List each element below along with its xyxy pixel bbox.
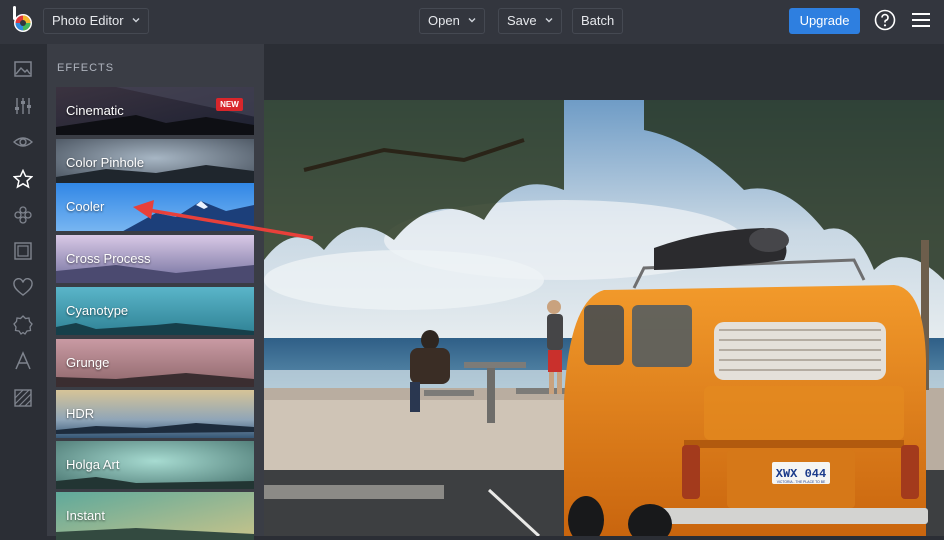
effect-label: Cyanotype (66, 303, 129, 318)
badge-icon[interactable] (13, 315, 33, 335)
sliders-icon[interactable] (13, 96, 33, 116)
flower-icon[interactable] (13, 205, 33, 225)
effect-grunge[interactable]: Grunge (56, 339, 254, 387)
effect-label: Color Pinhole (66, 155, 145, 170)
batch-button-label: Batch (581, 13, 615, 28)
effect-cyanotype[interactable]: Cyanotype (56, 287, 254, 335)
heart-icon[interactable] (13, 278, 33, 298)
batch-button[interactable]: Batch (572, 8, 624, 34)
upgrade-button[interactable]: Upgrade (789, 8, 860, 34)
effect-label: Cinematic (66, 103, 124, 118)
hamburger-menu-icon[interactable] (912, 12, 930, 28)
new-badge: NEW (216, 98, 243, 111)
photo-editor-menu-button[interactable]: Photo Editor (43, 8, 150, 34)
plate-subtext: VICTORIA - THE PLACE TO BE (777, 480, 826, 484)
texture-icon[interactable] (13, 388, 33, 408)
open-button[interactable]: Open (419, 8, 486, 34)
eye-icon[interactable] (13, 132, 33, 152)
effect-label: Grunge (66, 355, 110, 370)
open-button-label: Open (428, 13, 460, 28)
effect-cross-process[interactable]: Cross Process (56, 235, 254, 283)
save-button-label: Save (507, 13, 537, 28)
photo-canvas[interactable]: XWX 044 VICTORIA - THE PLACE TO BE (264, 100, 944, 536)
effects-panel: EFFECTS Cinematic NEW Color Pinhole Cool… (47, 44, 309, 540)
tool-rail (0, 44, 47, 536)
chevron-down-icon (132, 18, 140, 23)
effect-holga-art[interactable]: Holga Art (56, 441, 254, 489)
effect-color-pinhole[interactable]: Color Pinhole (56, 139, 254, 187)
befunky-logo-icon[interactable] (11, 6, 35, 34)
top-bar: Photo Editor Open Save Batch Upgrade (0, 0, 944, 44)
chevron-down-icon (545, 18, 553, 23)
effect-label: Cross Process (66, 251, 151, 266)
effect-cinematic[interactable]: Cinematic NEW (56, 87, 254, 135)
help-icon[interactable] (874, 9, 896, 31)
effect-hdr[interactable]: HDR (56, 390, 254, 438)
star-icon[interactable] (13, 169, 33, 189)
panel-title: EFFECTS (57, 62, 115, 74)
plate-text: XWX 044 (776, 467, 826, 481)
frame-icon[interactable] (13, 241, 33, 261)
effect-cooler[interactable]: Cooler (56, 183, 254, 231)
effect-label: HDR (66, 406, 95, 421)
effect-instant[interactable]: Instant (56, 492, 254, 540)
effect-label: Cooler (66, 199, 105, 214)
photo-editor-menu-label: Photo Editor (52, 13, 124, 28)
effect-label: Holga Art (66, 457, 120, 472)
effect-label: Instant (66, 508, 106, 523)
text-icon[interactable] (13, 351, 33, 371)
chevron-down-icon (468, 18, 476, 23)
image-icon[interactable] (13, 59, 33, 79)
save-button[interactable]: Save (498, 8, 563, 34)
